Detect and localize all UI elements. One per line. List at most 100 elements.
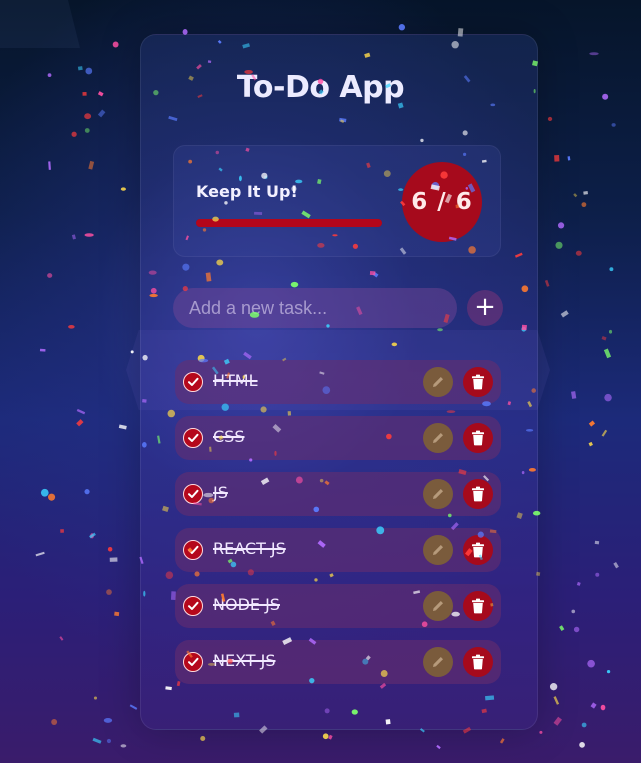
task-text: REACT JS <box>213 539 286 558</box>
task-item: HTML <box>175 360 501 404</box>
task-text: HTML <box>213 371 258 390</box>
edit-task-button[interactable] <box>423 479 453 509</box>
task-text: CSS <box>213 427 245 446</box>
confetti-piece <box>328 734 333 740</box>
confetti-piece <box>39 348 46 352</box>
confetti-piece <box>71 131 77 137</box>
confetti-piece <box>114 611 120 617</box>
confetti-piece <box>76 408 86 415</box>
task-item: NODE JS <box>175 584 501 628</box>
confetti-piece <box>609 267 614 272</box>
confetti-piece <box>84 113 92 120</box>
new-task-input[interactable] <box>173 288 457 328</box>
confetti-piece <box>587 659 595 668</box>
confetti-piece <box>90 533 94 539</box>
confetti-piece <box>88 160 95 170</box>
confetti-piece <box>35 551 45 557</box>
confetti-piece <box>581 722 587 728</box>
pencil-icon <box>433 433 443 443</box>
confetti-piece <box>606 669 611 674</box>
trash-icon <box>472 598 484 614</box>
trash-icon <box>472 430 484 446</box>
delete-task-button[interactable] <box>463 479 493 509</box>
pencil-icon <box>433 377 443 387</box>
confetti-piece <box>601 336 607 341</box>
task-item: CSS <box>175 416 501 460</box>
check-icon[interactable] <box>183 540 203 560</box>
confetti-piece <box>48 493 56 501</box>
completed-count-badge: 6 / 6 <box>402 162 482 242</box>
edit-task-button[interactable] <box>423 647 453 677</box>
edit-task-button[interactable] <box>423 423 453 453</box>
confetti-piece <box>84 128 90 133</box>
confetti-piece <box>571 609 576 614</box>
confetti-piece <box>590 702 597 709</box>
delete-task-button[interactable] <box>463 367 493 397</box>
confetti-piece <box>76 419 84 427</box>
confetti-piece <box>40 488 49 497</box>
confetti-piece <box>603 348 612 359</box>
check-icon[interactable] <box>183 652 203 672</box>
delete-task-button[interactable] <box>463 423 493 453</box>
confetti-piece <box>589 52 599 56</box>
confetti-piece <box>499 738 505 744</box>
add-task-button[interactable]: + <box>467 290 503 326</box>
confetti-piece <box>92 737 102 744</box>
edit-task-button[interactable] <box>423 535 453 565</box>
confetti-piece <box>555 241 563 249</box>
delete-task-button[interactable] <box>463 591 493 621</box>
confetti-piece <box>539 730 543 734</box>
check-icon[interactable] <box>183 372 203 392</box>
check-icon[interactable] <box>183 596 203 616</box>
confetti-piece <box>549 683 558 691</box>
confetti-piece <box>567 156 571 161</box>
confetti-piece <box>48 161 51 170</box>
confetti-piece <box>84 489 90 495</box>
check-icon[interactable] <box>183 428 203 448</box>
edit-task-button[interactable] <box>423 591 453 621</box>
edit-task-button[interactable] <box>423 367 453 397</box>
confetti-piece <box>107 547 113 552</box>
confetti-piece <box>583 191 589 195</box>
confetti-piece <box>93 696 98 700</box>
confetti-piece <box>560 310 569 318</box>
confetti-piece <box>588 420 596 427</box>
delete-task-button[interactable] <box>463 535 493 565</box>
confetti-piece <box>554 155 560 162</box>
confetti-piece <box>118 424 127 430</box>
confetti-piece <box>106 738 112 744</box>
confetti-piece <box>553 696 560 705</box>
confetti-piece <box>59 636 64 641</box>
confetti-piece <box>60 529 64 533</box>
task-text: NODE JS <box>213 595 280 614</box>
confetti-piece <box>601 429 608 437</box>
confetti-piece <box>576 581 581 586</box>
background-corner-shape <box>0 0 80 48</box>
pencil-icon <box>433 657 443 667</box>
confetti-piece <box>575 250 582 256</box>
confetti-piece <box>608 329 613 334</box>
task-item: NEXT JS <box>175 640 501 684</box>
confetti-piece <box>322 733 329 740</box>
task-text: JS <box>213 483 228 502</box>
trash-icon <box>472 374 484 390</box>
delete-task-button[interactable] <box>463 647 493 677</box>
confetti-piece <box>398 24 406 31</box>
confetti-piece <box>581 202 587 208</box>
check-icon[interactable] <box>183 484 203 504</box>
confetti-piece <box>200 735 206 741</box>
stats-label: Keep It Up! <box>196 182 298 201</box>
stats-panel: Keep It Up! 6 / 6 <box>173 145 501 257</box>
confetti-piece <box>97 109 106 118</box>
confetti-piece <box>84 233 94 237</box>
trash-icon <box>472 486 484 502</box>
task-item: JS <box>175 472 501 516</box>
confetti-piece <box>613 562 619 569</box>
task-item: REACT JS <box>175 528 501 572</box>
confetti-piece <box>47 273 53 278</box>
confetti-piece <box>604 393 612 402</box>
pencil-icon <box>433 601 443 611</box>
confetti-piece <box>595 572 600 577</box>
confetti-piece <box>120 187 126 191</box>
confetti-piece <box>600 704 606 711</box>
